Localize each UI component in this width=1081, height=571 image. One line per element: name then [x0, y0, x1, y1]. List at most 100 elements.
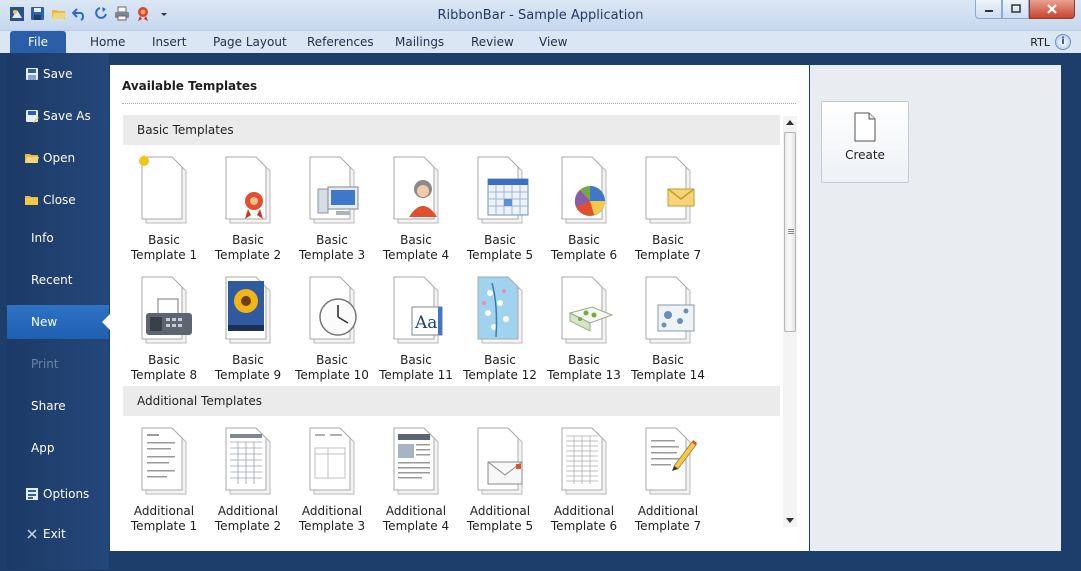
resume-document-icon: [141, 427, 187, 495]
scroll-thumb[interactable]: [784, 132, 796, 332]
nav-item-options[interactable]: Options: [7, 477, 109, 511]
scroll-up-arrow-icon[interactable]: [786, 120, 794, 125]
template-basic-12[interactable]: Basic Template 12: [458, 275, 542, 385]
nav-item-print: Print: [7, 347, 109, 381]
help-icon[interactable]: i: [1055, 34, 1071, 50]
template-additional-6[interactable]: Additional Template 6: [542, 426, 626, 536]
create-button-label: Create: [845, 148, 885, 162]
nav-item-label: Print: [31, 357, 59, 371]
templates-scrollbar[interactable]: [783, 116, 797, 527]
tab-insert[interactable]: Insert: [152, 35, 186, 49]
nav-item-label: Save: [43, 67, 73, 81]
nav-item-open[interactable]: Open: [7, 141, 109, 175]
template-additional-7[interactable]: Additional Template 7: [626, 426, 710, 536]
mail-document-icon: [477, 427, 523, 495]
letter-pencil-document-icon: [645, 427, 697, 495]
nav-item-recent[interactable]: Recent: [7, 263, 109, 297]
template-label: Additional Template 5: [466, 504, 534, 533]
title-bar: RibbonBar - Sample Application: [0, 0, 1081, 31]
card-document-icon: [561, 276, 614, 344]
backstage-nav: Save Save As Open Close Info Recent New …: [7, 53, 110, 569]
create-button[interactable]: Create: [821, 101, 909, 183]
minimize-icon[interactable]: [975, 0, 1002, 19]
spreadsheet-document-icon: [561, 427, 607, 495]
template-basic-4[interactable]: Basic Template 4: [374, 155, 458, 265]
template-basic-10[interactable]: Basic Template 10: [290, 275, 374, 385]
nav-item-app[interactable]: App: [7, 431, 109, 465]
close-icon[interactable]: [1029, 0, 1075, 19]
scroll-grip-icon: [788, 229, 794, 235]
award-document-icon: [225, 156, 271, 224]
nav-item-label: Exit: [43, 527, 66, 541]
new-document-icon: [854, 112, 876, 142]
template-basic-1[interactable]: Basic Template 1: [122, 155, 206, 265]
template-basic-5[interactable]: Basic Template 5: [458, 155, 542, 265]
template-additional-1[interactable]: Additional Template 1: [122, 426, 206, 536]
nav-item-close[interactable]: Close: [7, 183, 109, 217]
template-basic-14[interactable]: Basic Template 14: [626, 275, 710, 385]
template-label: Basic Template 6: [550, 233, 618, 262]
section-header-additional: Additional Templates: [123, 386, 780, 416]
maximize-icon[interactable]: [1002, 0, 1029, 19]
template-label: Basic Template 13: [547, 353, 621, 382]
svg-text:Aa: Aa: [414, 313, 437, 333]
template-label: Basic Template 4: [382, 233, 450, 262]
tab-mailings[interactable]: Mailings: [395, 35, 444, 49]
template-basic-6[interactable]: Basic Template 6: [542, 155, 626, 265]
template-label: Additional Template 6: [550, 504, 618, 533]
save-icon: [24, 66, 40, 82]
template-label: Additional Template 7: [634, 504, 702, 533]
divider: [122, 103, 796, 104]
tab-file[interactable]: File: [10, 31, 66, 53]
template-basic-2[interactable]: Basic Template 2: [206, 155, 290, 265]
nav-item-label: Save As: [43, 109, 91, 123]
section-header-basic: Basic Templates: [123, 115, 780, 145]
template-basic-7[interactable]: Basic Template 7: [626, 155, 710, 265]
scroll-down-arrow-icon[interactable]: [786, 518, 794, 523]
font-document-icon: Aa: [393, 276, 443, 344]
template-additional-3[interactable]: Additional Template 3: [290, 426, 374, 536]
templates-panel: Available Templates Basic Templates Basi…: [110, 65, 809, 551]
nav-item-label: App: [31, 441, 55, 455]
computer-document-icon: [309, 156, 359, 224]
template-label: Additional Template 4: [382, 504, 450, 533]
calendar-document-icon: [477, 156, 529, 224]
fax-document-icon: [141, 276, 192, 344]
page-title: Available Templates: [122, 79, 258, 93]
user-document-icon: [393, 156, 439, 224]
tab-home[interactable]: Home: [90, 35, 125, 49]
tab-view[interactable]: View: [539, 35, 567, 49]
tab-page-layout[interactable]: Page Layout: [213, 35, 287, 49]
nav-item-save[interactable]: Save: [7, 57, 109, 91]
template-label: Basic Template 8: [130, 353, 198, 382]
template-additional-5[interactable]: Additional Template 5: [458, 426, 542, 536]
nav-item-exit[interactable]: Exit: [7, 517, 109, 551]
template-label: Basic Template 2: [214, 233, 282, 262]
template-additional-4[interactable]: Additional Template 4: [374, 426, 458, 536]
nav-item-share[interactable]: Share: [7, 389, 109, 423]
template-basic-9[interactable]: Basic Template 9: [206, 275, 290, 385]
template-basic-3[interactable]: Basic Template 3: [290, 155, 374, 265]
template-label: Additional Template 2: [214, 504, 282, 533]
newsletter-document-icon: [393, 427, 439, 495]
template-label: Basic Template 5: [466, 233, 534, 262]
template-additional-2[interactable]: Additional Template 2: [206, 426, 290, 536]
tab-references[interactable]: References: [307, 35, 374, 49]
nav-item-info[interactable]: Info: [7, 221, 109, 255]
template-label: Basic Template 12: [463, 353, 537, 382]
template-basic-11[interactable]: Aa Basic Template 11: [374, 275, 458, 385]
nav-item-label: Info: [31, 231, 54, 245]
preview-panel: Create: [810, 65, 1061, 551]
window-title: RibbonBar - Sample Application: [437, 8, 644, 23]
template-label: Additional Template 1: [130, 504, 198, 533]
template-basic-8[interactable]: Basic Template 8: [122, 275, 206, 385]
nav-item-new[interactable]: New: [7, 305, 110, 339]
template-basic-13[interactable]: Basic Template 13: [542, 275, 626, 385]
nav-item-label: Close: [43, 193, 76, 207]
nav-item-save-as[interactable]: Save As: [7, 99, 109, 133]
template-label: Basic Template 1: [130, 233, 198, 262]
tab-review[interactable]: Review: [471, 35, 514, 49]
rtl-toggle[interactable]: RTL: [1030, 36, 1050, 49]
ribbon-tabs: File Home Insert Page Layout References …: [0, 31, 1081, 53]
clock-document-icon: [309, 276, 357, 344]
